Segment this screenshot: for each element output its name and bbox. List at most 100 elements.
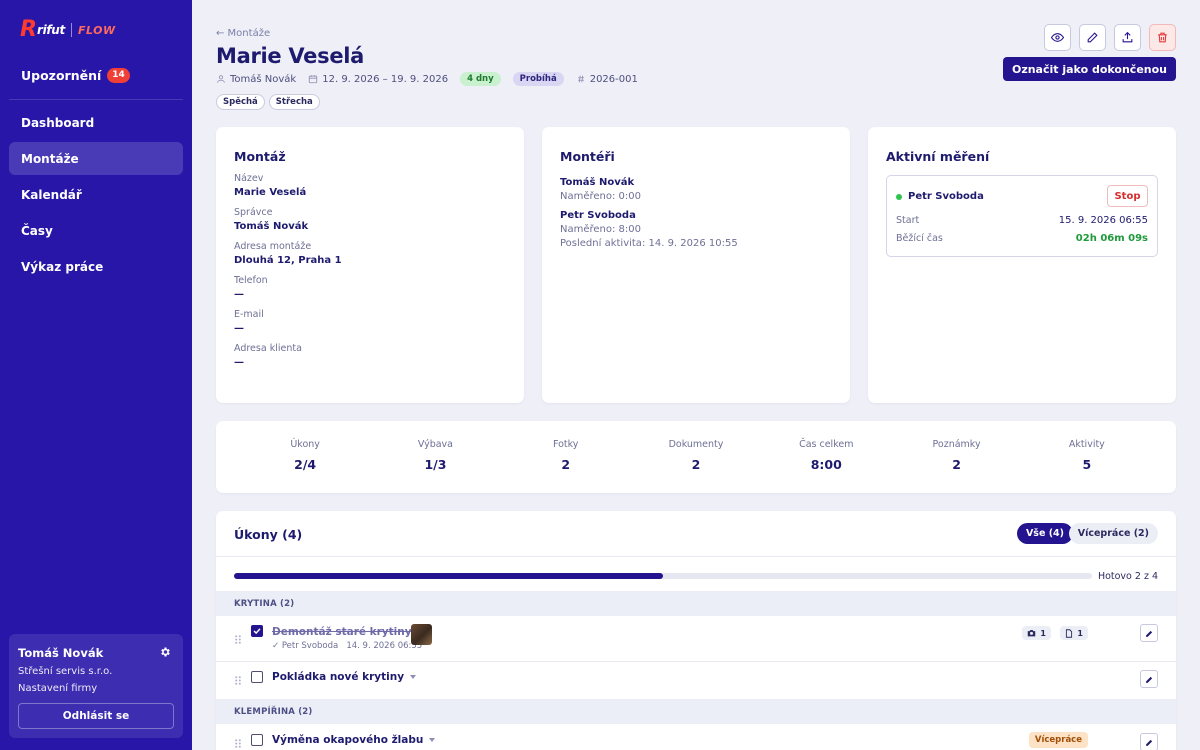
stat-label: Výbava: [417, 439, 453, 450]
filter-all[interactable]: Vše (4): [1016, 523, 1073, 544]
job-code: 2026-001: [589, 73, 638, 85]
delete-button[interactable]: [1149, 24, 1176, 51]
task-name-text: Pokládka nové krytiny: [272, 671, 405, 683]
sidebar: R rifut FLOW Upozornění 14 Dashboard Mon…: [0, 0, 192, 750]
meta-manager: Tomáš Novák: [216, 74, 296, 85]
manager-name: Tomáš Novák: [230, 73, 297, 85]
drag-handle-icon[interactable]: [235, 739, 241, 748]
brand-logo[interactable]: R rifut FLOW: [20, 19, 116, 41]
pencil-icon: [1145, 676, 1152, 683]
breadcrumb-back-link[interactable]: ← Montáže: [216, 28, 270, 39]
camera-icon: [1028, 630, 1036, 637]
task-checkbox[interactable]: [251, 734, 263, 746]
edit-button[interactable]: [1079, 24, 1106, 51]
card-title: Aktivní měření: [886, 149, 990, 164]
task-row[interactable]: Demontáž staré krytiny ✓ Petr Svoboda 14…: [216, 616, 1176, 662]
header-actions: [1036, 24, 1176, 51]
sidebar-item-kalendar[interactable]: Kalendář: [9, 178, 183, 211]
drag-handle-icon[interactable]: [235, 676, 241, 685]
filter-extra-work[interactable]: Vícepráce (2): [1068, 523, 1158, 544]
task-edit-button[interactable]: [1140, 670, 1158, 688]
running-label: Běžící čas: [896, 233, 943, 244]
stat-tasks[interactable]: Úkony 2/4: [240, 439, 370, 472]
photo-count-badge[interactable]: 1: [1022, 626, 1051, 640]
stat-value: 1/3: [424, 457, 447, 472]
stat-value: 2: [691, 457, 701, 472]
fitter-measured: Naměřeno: 8:00: [560, 224, 642, 235]
card-title: Montáž: [234, 149, 286, 164]
task-photo-thumbnail[interactable]: [411, 624, 432, 645]
montaz-card: Montáž Název Marie Veselá Správce Tomáš …: [216, 127, 524, 403]
sidebar-item-label: Časy: [21, 223, 53, 238]
logout-button[interactable]: Odhlásit se: [18, 703, 174, 729]
stats-card: Úkony 2/4 Výbava 1/3 Fotky 2 Dokumenty 2 Čas…: [216, 421, 1176, 493]
task-name-text: Demontáž staré krytiny: [272, 626, 412, 638]
drag-handle-icon[interactable]: [235, 635, 241, 644]
photo-count: 1: [1040, 628, 1046, 638]
notifications-link[interactable]: Upozornění 14: [21, 68, 130, 83]
timer-person-name: Petr Svoboda: [908, 191, 984, 202]
date-range: 12. 9. 2026 – 19. 9. 2026: [322, 73, 449, 85]
group-header-krytina: KRYTINA (2): [216, 591, 1176, 616]
sidebar-item-montaze[interactable]: Montáže: [9, 142, 183, 175]
task-name[interactable]: Demontáž staré krytiny: [272, 626, 424, 638]
field-value-name: Marie Veselá: [234, 187, 307, 198]
sidebar-item-label: Montáže: [21, 151, 79, 166]
extra-work-badge: Vícepráce: [1028, 732, 1088, 748]
stop-timer-button[interactable]: Stop: [1107, 185, 1148, 207]
progress-label: Hotovo 2 z 4: [1097, 571, 1158, 582]
document-count-badge[interactable]: 1: [1060, 626, 1088, 640]
field-value-phone: —: [234, 289, 244, 300]
task-checkbox[interactable]: [251, 671, 263, 683]
pencil-icon: [1145, 630, 1152, 637]
running-status-dot: [896, 193, 902, 200]
company-settings-link[interactable]: Nastavení firmy: [18, 683, 174, 694]
stat-total-time[interactable]: Čas celkem 8:00: [761, 439, 891, 472]
stat-photos[interactable]: Fotky 2: [501, 439, 631, 472]
stat-label: Poznámky: [932, 439, 981, 450]
stat-notes[interactable]: Poznámky 2: [891, 439, 1021, 472]
task-name[interactable]: Výměna okapového žlabu: [272, 734, 436, 746]
task-row[interactable]: Výměna okapového žlabu Vícepráce: [216, 724, 1176, 750]
task-checkbox[interactable]: [251, 625, 263, 637]
gear-icon[interactable]: [159, 646, 171, 658]
upload-icon: [1122, 31, 1133, 43]
logo-mark: R: [20, 17, 37, 42]
task-edit-button[interactable]: [1140, 624, 1158, 642]
pencil-icon: [1087, 32, 1098, 43]
chevron-down-icon[interactable]: [410, 675, 417, 679]
job-meta: Tomáš Novák 12. 9. 2026 – 19. 9. 2026 4 …: [216, 72, 650, 86]
check-icon: [253, 628, 261, 635]
sidebar-item-dashboard[interactable]: Dashboard: [9, 106, 183, 139]
task-name[interactable]: Pokládka nové krytiny: [272, 671, 417, 683]
sidebar-item-casy[interactable]: Časy: [9, 214, 183, 247]
logo-divider: [71, 23, 72, 37]
sidebar-item-label: Dashboard: [21, 115, 95, 130]
stat-documents[interactable]: Dokumenty 2: [631, 439, 761, 472]
task-row[interactable]: Pokládka nové krytiny: [216, 662, 1176, 699]
stat-label: Dokumenty: [668, 439, 724, 450]
field-label: Název: [234, 173, 264, 184]
field-label: Adresa klienta: [234, 343, 302, 354]
field-value-address: Dlouhá 12, Praha 1: [234, 255, 342, 266]
tag-chip[interactable]: Spěchá: [216, 94, 265, 110]
stat-activities[interactable]: Aktivity 5: [1022, 439, 1152, 472]
field-value-client-address: —: [234, 357, 244, 368]
mark-complete-button[interactable]: Označit jako dokončenou: [1002, 57, 1176, 81]
pencil-icon: [1145, 739, 1152, 746]
header-divider: [216, 556, 1176, 557]
document-icon: [1066, 628, 1073, 638]
stat-equipment[interactable]: Výbava 1/3: [370, 439, 500, 472]
preview-button[interactable]: [1044, 24, 1071, 51]
tag-chip[interactable]: Střecha: [268, 94, 320, 110]
task-edit-button[interactable]: [1140, 733, 1158, 750]
sidebar-nav: Dashboard Montáže Kalendář Časy Výkaz pr…: [9, 106, 183, 286]
chevron-down-icon[interactable]: [429, 738, 436, 742]
fitter-name: Tomáš Novák: [560, 177, 635, 188]
sidebar-item-vykaz-prace[interactable]: Výkaz práce: [9, 250, 183, 283]
meta-code: 2026-001: [576, 74, 638, 85]
export-button[interactable]: [1114, 24, 1141, 51]
field-label: Adresa montáže: [234, 241, 312, 252]
status-badge: Probíhá: [512, 72, 564, 86]
stat-label: Čas celkem: [799, 439, 854, 450]
